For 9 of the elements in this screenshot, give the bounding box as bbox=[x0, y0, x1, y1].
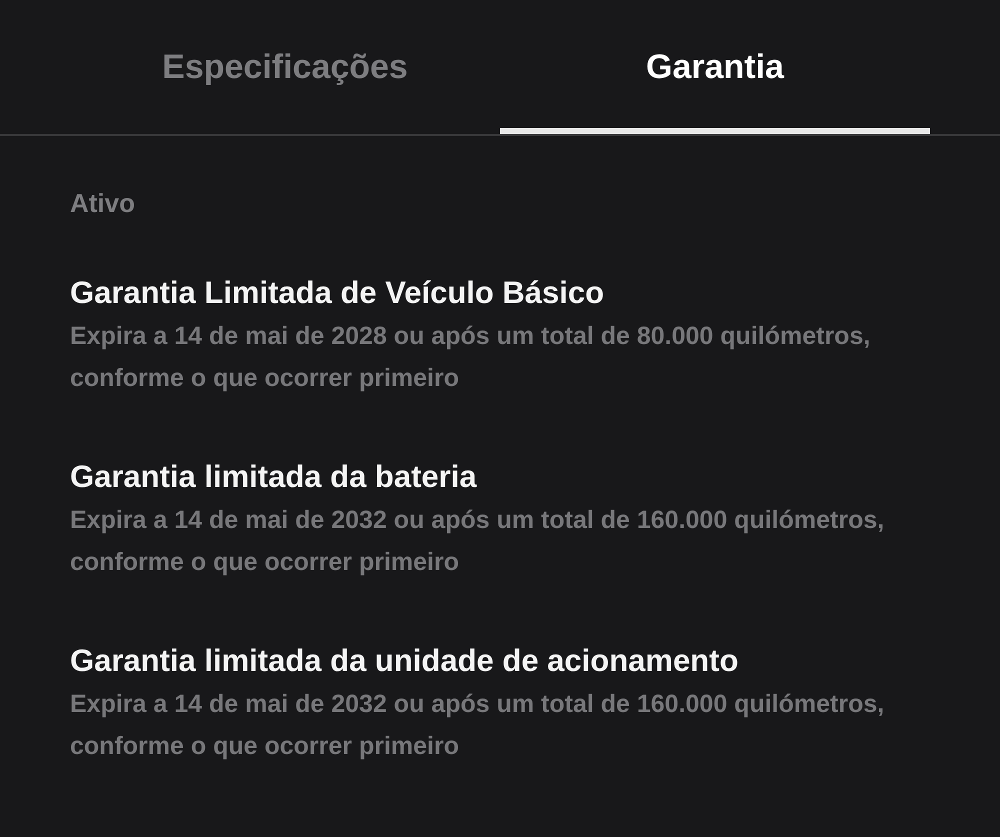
section-label: Ativo bbox=[70, 188, 136, 219]
warranty-description: Expira a 14 de mai de 2032 ou após um total de 160.000 quilómetros, conforme o que ocorrer primeiro bbox=[70, 689, 886, 762]
warranty-title: Garantia limitada da unidade de acionamento bbox=[70, 642, 740, 680]
tab[interactable]: Garantia bbox=[500, 0, 930, 134]
warranty-description: Expira a 14 de mai de 2028 ou após um total de 80.000 quilómetros, conforme o que ocorrer primeiro bbox=[70, 321, 872, 394]
warranty-title: Garantia limitada da bateria bbox=[70, 458, 478, 496]
warranty-description: Expira a 14 de mai de 2032 ou após um total de 160.000 quilómetros, conforme o que ocorrer primeiro bbox=[70, 505, 886, 578]
warranty-title: Garantia Limitada de Veículo Básico bbox=[70, 274, 606, 312]
tab[interactable]: Especificações bbox=[70, 0, 500, 134]
